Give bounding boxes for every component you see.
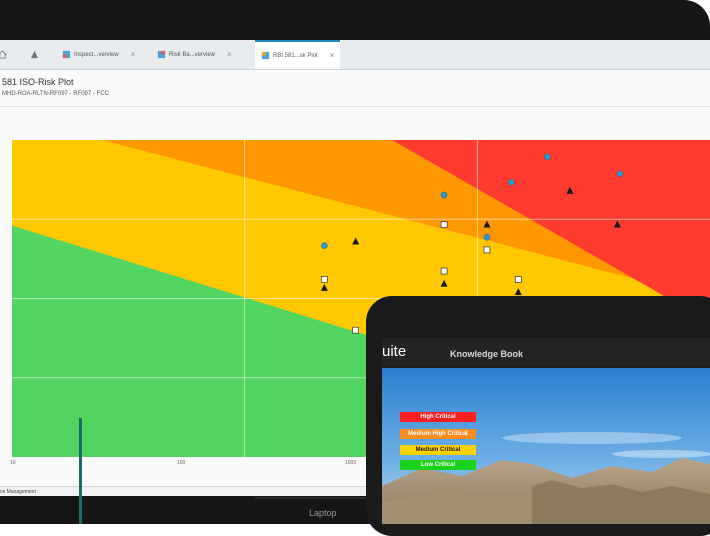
tab-risk-based-overview[interactable]: Risk Ba...verview × xyxy=(157,40,232,69)
warning-triangle-icon xyxy=(30,50,39,59)
grid-icon xyxy=(62,50,71,59)
knowledge-book-link[interactable]: Knowledge Book xyxy=(450,349,523,359)
x-tick-label: 100 xyxy=(177,460,186,466)
close-icon[interactable]: × xyxy=(227,50,232,59)
tablet-header: uite Knowledge Book xyxy=(382,338,710,366)
tab-inspection-overview[interactable]: Inspect...verview × xyxy=(62,40,135,69)
tab-bar: Inspect...verview × Risk Ba...verview × … xyxy=(0,40,710,70)
tab-label: RBI 581...sk Plot xyxy=(273,52,318,59)
data-point-square xyxy=(440,267,448,275)
legend-low-critical: Low Critical xyxy=(400,460,476,470)
data-point-circle xyxy=(508,179,515,186)
legend-medium-high-critical: Medium High Critical xyxy=(400,429,476,439)
suite-title: uite xyxy=(382,343,407,360)
device-label: Laptop xyxy=(309,508,337,518)
legend-medium-critical: Medium Critical xyxy=(400,445,476,455)
tablet-screen: uite Knowledge Book High Critical Medium… xyxy=(382,338,710,524)
data-point-square xyxy=(483,246,491,254)
page-title: 581 ISO-Risk Plot xyxy=(2,77,74,87)
data-point-square xyxy=(440,221,448,228)
data-point-circle xyxy=(544,153,551,161)
status-text: ce Management xyxy=(0,489,36,495)
page-subtitle: MHD-ROA-RLTN-RF097 - RF097 - FCC xyxy=(2,91,109,97)
grid-icon xyxy=(157,50,166,59)
data-point-circle xyxy=(616,170,624,178)
tab-label: Inspect...verview xyxy=(74,51,119,58)
divider xyxy=(0,106,710,107)
tab-label: Risk Ba...verview xyxy=(169,51,216,58)
legend-high-critical: High Critical xyxy=(400,412,476,422)
data-point-circle xyxy=(321,242,328,249)
bezel-stripe xyxy=(255,497,375,499)
data-point-circle xyxy=(483,233,491,241)
callout-pointer xyxy=(79,418,82,524)
close-icon[interactable]: × xyxy=(330,51,335,60)
data-point-circle xyxy=(440,191,448,199)
data-point-square xyxy=(514,276,522,283)
x-tick-label: 10 xyxy=(10,460,16,466)
tab-home[interactable] xyxy=(0,40,10,69)
x-tick-label: 1000 xyxy=(345,460,357,466)
close-icon[interactable]: × xyxy=(131,50,136,59)
tab-alerts[interactable] xyxy=(30,40,48,69)
tab-rbi-581-risk-plot[interactable]: RBI 581...sk Plot × xyxy=(255,40,341,69)
home-icon xyxy=(0,50,7,59)
data-point-square xyxy=(320,276,328,283)
grid-icon xyxy=(261,51,270,60)
data-point-square xyxy=(352,326,360,334)
